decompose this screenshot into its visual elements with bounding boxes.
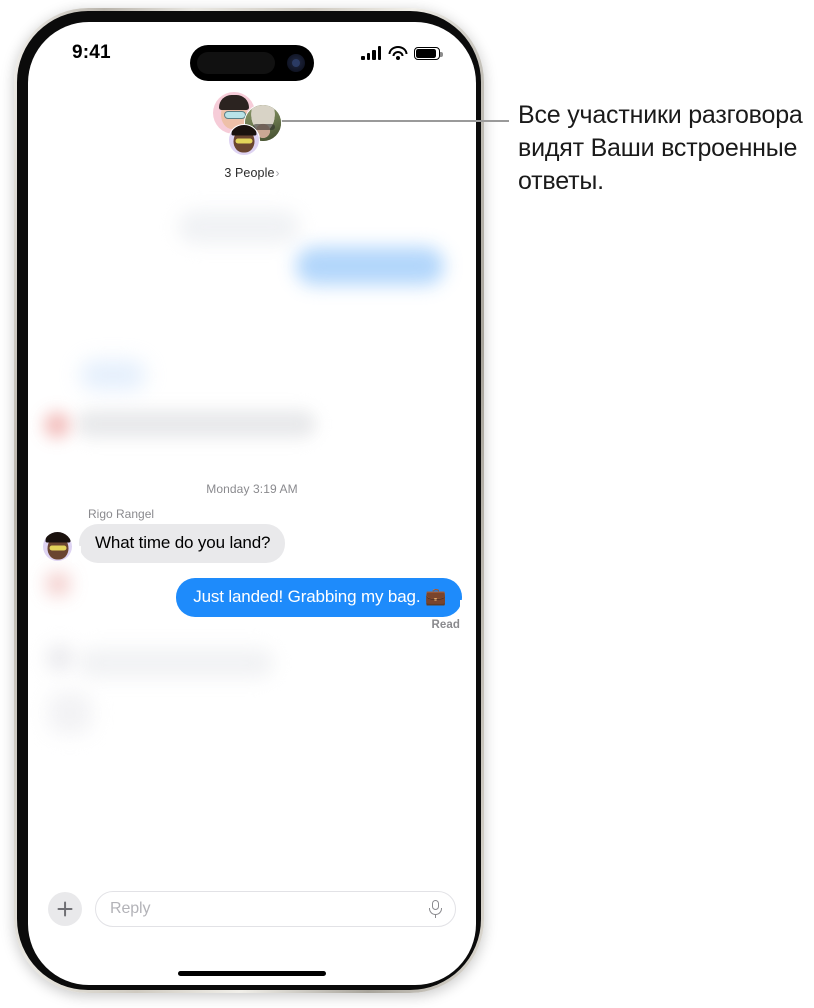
message-row-incoming[interactable]: What time do you land? [43,524,286,563]
phone-screen: 9:41 3 People› Monday 3:19 AM Rigo Range… [28,22,476,985]
front-camera-icon [287,54,305,72]
microphone-icon[interactable] [429,900,442,918]
blurred-avatar [46,644,74,672]
add-attachment-button[interactable] [48,892,82,926]
outgoing-message-bubble[interactable]: Just landed! Grabbing my bag. 💼 [176,578,470,617]
status-bar-time: 9:41 [72,42,111,63]
wifi-icon [388,46,407,60]
memoji-avatar-male[interactable] [43,532,72,561]
battery-icon [414,47,443,60]
blurred-message-bubble [178,210,300,244]
incoming-message-bubble[interactable]: What time do you land? [71,524,286,563]
blurred-message-bubble [76,410,316,438]
blurred-message-bubble [78,648,274,678]
memoji-avatar-male[interactable] [228,124,260,156]
blurred-message-bubble [80,360,146,390]
cellular-signal-icon [361,46,381,60]
callout-text: Все участники разговора видят Ваши встро… [518,101,803,195]
message-sender-name: Rigo Rangel [88,507,155,521]
phone-frame: 9:41 3 People› Monday 3:19 AM Rigo Range… [14,8,484,993]
blurred-avatar [44,412,70,438]
blurred-avatar [46,572,70,596]
island-pill [197,52,275,74]
reply-placeholder: Reply [110,900,151,917]
phone-bezel: 9:41 3 People› Monday 3:19 AM Rigo Range… [17,11,481,990]
callout-leader-line [277,120,509,123]
day-timestamp: Monday 3:19 AM [206,482,298,496]
blurred-message-bubble [296,247,444,285]
dynamic-island [190,45,314,81]
home-indicator[interactable] [178,971,326,976]
reply-input[interactable]: Reply [95,891,456,927]
message-row-outgoing[interactable]: Just landed! Grabbing my bag. 💼 [176,578,470,617]
message-list[interactable]: Monday 3:19 AM Rigo Rangel What time do … [28,172,476,912]
read-receipt: Read [431,619,460,631]
participant-avatars[interactable] [197,92,307,164]
message-input-bar[interactable]: Reply [28,883,476,935]
screenshot-stage: 9:41 3 People› Monday 3:19 AM Rigo Range… [0,0,814,1008]
chat-header[interactable]: 3 People› [28,92,476,180]
blurred-message-bubble [48,692,92,734]
status-bar-indicators [361,46,443,60]
